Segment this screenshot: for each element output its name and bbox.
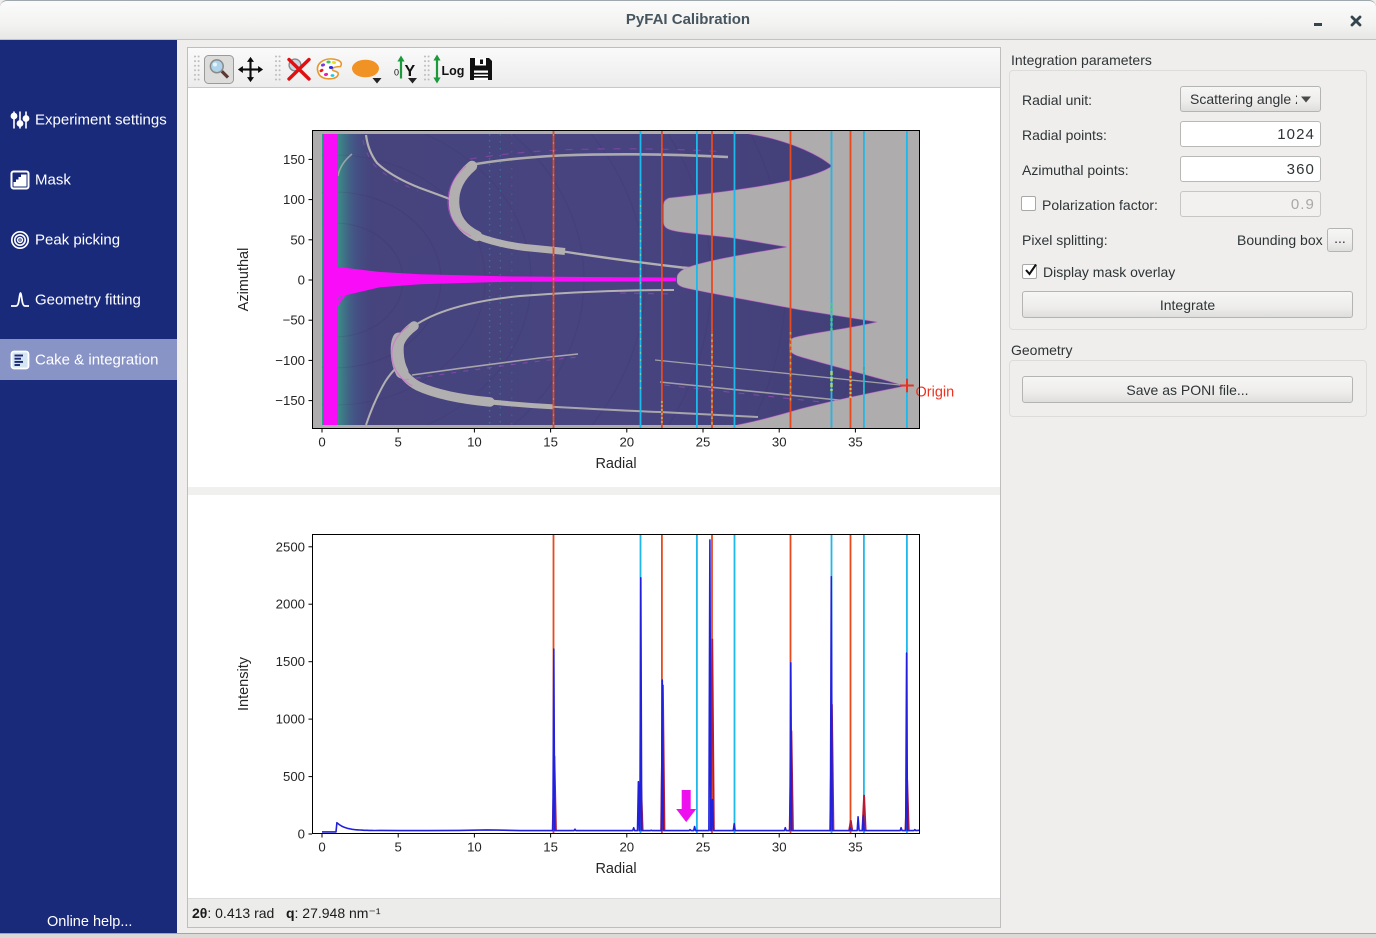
svg-text:−100: −100 xyxy=(275,353,305,368)
svg-text:35: 35 xyxy=(848,840,863,855)
svg-text:25: 25 xyxy=(696,840,711,855)
svg-text:0: 0 xyxy=(394,68,399,78)
svg-text:Log: Log xyxy=(442,64,465,78)
svg-text:2500: 2500 xyxy=(276,539,305,554)
svg-text:20: 20 xyxy=(619,840,634,855)
svg-text:−50: −50 xyxy=(283,313,305,328)
svg-text:5: 5 xyxy=(395,435,402,450)
svg-text:15: 15 xyxy=(543,435,558,450)
svg-text:1000: 1000 xyxy=(276,712,305,727)
svg-text:2000: 2000 xyxy=(276,597,305,612)
svg-text:−150: −150 xyxy=(275,393,305,408)
svg-text:35: 35 xyxy=(848,435,863,450)
svg-text:500: 500 xyxy=(283,769,305,784)
svg-text:100: 100 xyxy=(283,192,305,207)
svg-text:0: 0 xyxy=(318,435,325,450)
svg-text:Radial: Radial xyxy=(595,456,636,472)
svg-text:25: 25 xyxy=(696,435,711,450)
svg-text:1500: 1500 xyxy=(276,654,305,669)
svg-text:20: 20 xyxy=(619,435,634,450)
svg-text:Y: Y xyxy=(405,63,416,80)
svg-text:10: 10 xyxy=(467,435,482,450)
svg-text:15: 15 xyxy=(543,840,558,855)
svg-text:Intensity: Intensity xyxy=(236,656,252,711)
svg-text:Azimuthal: Azimuthal xyxy=(236,248,252,312)
svg-text:Origin: Origin xyxy=(916,385,955,401)
svg-text:30: 30 xyxy=(772,840,787,855)
svg-text:0: 0 xyxy=(298,273,305,288)
svg-text:150: 150 xyxy=(283,152,305,167)
svg-text:5: 5 xyxy=(395,840,402,855)
svg-text:30: 30 xyxy=(772,435,787,450)
svg-text:0: 0 xyxy=(318,840,325,855)
svg-text:10: 10 xyxy=(467,840,482,855)
svg-text:Radial: Radial xyxy=(595,861,636,877)
svg-text:0: 0 xyxy=(298,827,305,842)
svg-text:50: 50 xyxy=(290,232,305,247)
